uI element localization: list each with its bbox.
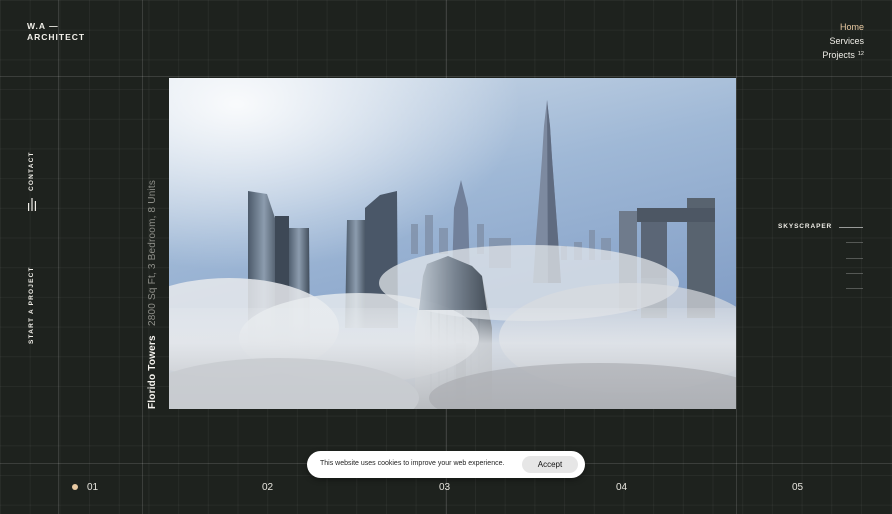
nav-home[interactable]: Home [822, 20, 864, 34]
cookie-banner: This website uses cookies to improve you… [307, 451, 585, 478]
main-nav: Home Services Projects 12 [822, 20, 864, 62]
accept-cookies-button[interactable]: Accept [522, 456, 578, 473]
contact-link[interactable]: CONTACT [28, 151, 35, 191]
bars-icon [28, 198, 36, 211]
category-indicator[interactable] [846, 242, 863, 243]
pager-item-03[interactable]: 03 [439, 482, 450, 493]
nav-services[interactable]: Services [822, 34, 864, 48]
pager-item-05[interactable]: 05 [792, 482, 803, 493]
skyline-illustration [169, 78, 736, 409]
active-page-dot [72, 484, 78, 490]
category-label: SKYSCRAPER [778, 223, 833, 230]
project-title: Florido Towers [147, 335, 158, 409]
start-project-link[interactable]: START A PROJECT [28, 266, 35, 344]
grid-line [58, 0, 59, 514]
category-indicator-active[interactable] [839, 227, 863, 228]
cookie-message: This website uses cookies to improve you… [320, 460, 505, 467]
pager-item-02[interactable]: 02 [262, 482, 273, 493]
nav-projects[interactable]: Projects 12 [822, 48, 864, 62]
nav-projects-label: Projects [822, 50, 855, 60]
brand-line-2: ARCHITECT [27, 31, 86, 42]
category-indicator[interactable] [846, 288, 863, 289]
projects-count: 12 [857, 51, 864, 57]
category-indicator[interactable] [846, 258, 863, 259]
brand-line-1: W.A — [27, 21, 59, 31]
project-details: 2800 Sq Ft, 3 Bedroom, 8 Units [147, 179, 158, 326]
category-indicator[interactable] [846, 273, 863, 274]
hero-image [169, 78, 736, 409]
pager-item-01[interactable]: 01 [87, 482, 98, 493]
pager-item-04[interactable]: 04 [616, 482, 627, 493]
grid-line [736, 0, 737, 514]
grid-line [142, 0, 143, 514]
brand-logo[interactable]: W.A — ARCHITECT [27, 21, 85, 42]
